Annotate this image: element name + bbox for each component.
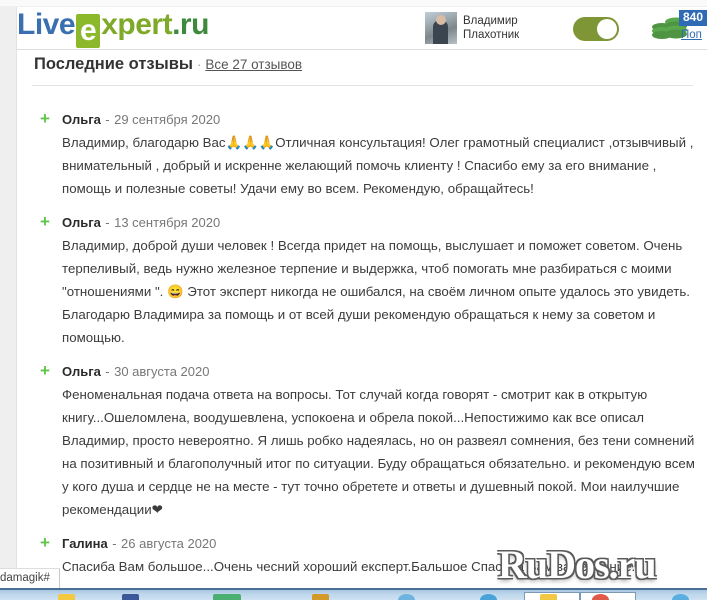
review-text: Владимир, благодарю Вас🙏🙏🙏Отличная консу… — [62, 135, 694, 196]
os-taskbar[interactable] — [0, 588, 707, 600]
list-item: + Ольга - 29 сентября 2020 Владимир, бла… — [32, 109, 704, 200]
user-account[interactable]: Владимир Плахотник — [425, 12, 519, 44]
review-text: Спасиба Вам большое...Очень чесний хорош… — [62, 559, 643, 574]
title-divider — [32, 85, 693, 86]
online-status-toggle[interactable] — [573, 17, 619, 41]
plus-icon: + — [40, 212, 50, 231]
review-text: Владимир, доброй души человек ! Всегда п… — [62, 238, 690, 345]
toggle-knob — [597, 19, 617, 39]
bottom-fragment-label: damagik# — [0, 568, 60, 588]
review-date: 30 августа 2020 — [114, 364, 210, 379]
logo-xpert: xpert — [101, 8, 173, 41]
review-date: 26 августа 2020 — [121, 536, 217, 551]
list-item: + Ольга - 30 августа 2020 Феноменальная … — [32, 361, 704, 521]
section-heading: Последние отзывы — [34, 55, 193, 73]
review-author: Ольга — [62, 215, 101, 230]
list-item: + Ольга - 13 сентября 2020 Владимир, доб… — [32, 212, 704, 349]
review-author: Галина — [62, 536, 108, 551]
logo-e-badge: e — [76, 14, 101, 48]
taskbar-icon-4[interactable] — [312, 594, 329, 600]
taskbar-icon-9[interactable] — [672, 594, 689, 600]
taskbar-icon-3[interactable] — [213, 594, 241, 600]
review-date: 13 сентября 2020 — [114, 215, 221, 230]
plus-icon: + — [40, 109, 50, 128]
review-date: 29 сентября 2020 — [114, 112, 221, 127]
review-author: Ольга — [62, 364, 101, 379]
taskbar-icon-8[interactable] — [592, 594, 609, 600]
review-dash: - — [112, 536, 117, 551]
review-header: + Ольга - 29 сентября 2020 — [32, 109, 704, 129]
top-strip — [0, 0, 707, 7]
review-dash: - — [105, 364, 110, 379]
taskbar-icon-1[interactable] — [58, 594, 75, 600]
left-gutter — [0, 7, 17, 577]
all-reviews-link[interactable]: Все 27 отзывов — [205, 57, 302, 72]
taskbar-icon-6[interactable] — [480, 594, 497, 600]
review-header: + Галина - 26 августа 2020 — [32, 533, 704, 553]
logo-live: Live — [17, 8, 76, 41]
page-title: Последние отзывы · Все 27 отзывов — [34, 55, 302, 74]
topup-link[interactable]: Поп — [681, 29, 702, 41]
review-text: Феноменальная подача ответа на вопросы. … — [62, 387, 695, 517]
site-header: Live e xpert.ru Владимир Плахотник 840 П… — [17, 7, 707, 50]
user-first-name: Владимир — [463, 15, 518, 27]
taskbar-icon-2[interactable] — [122, 594, 139, 600]
user-name: Владимир Плахотник — [463, 14, 519, 42]
site-logo[interactable]: Live e xpert.ru — [17, 8, 209, 48]
title-separator: · — [196, 57, 202, 72]
plus-icon: + — [40, 361, 50, 380]
list-item: + Галина - 26 августа 2020 Спасиба Вам б… — [32, 533, 704, 578]
taskbar-icon-7[interactable] — [540, 594, 557, 600]
review-author: Ольга — [62, 112, 101, 127]
review-dash: - — [105, 215, 110, 230]
plus-icon: + — [40, 533, 50, 552]
taskbar-icon-5[interactable] — [398, 594, 415, 600]
avatar[interactable] — [425, 12, 457, 44]
user-last-name: Плахотник — [463, 29, 520, 41]
review-header: + Ольга - 30 августа 2020 — [32, 361, 704, 381]
review-header: + Ольга - 13 сентября 2020 — [32, 212, 704, 232]
page-content: Последние отзывы · Все 27 отзывов + Ольга … — [18, 51, 707, 577]
logo-ru: .ru — [172, 8, 209, 41]
browser-screen: Live e xpert.ru Владимир Плахотник 840 П… — [0, 0, 707, 600]
reviews-list: + Ольга - 29 сентября 2020 Владимир, бла… — [32, 109, 704, 592]
review-dash: - — [105, 112, 110, 127]
balance-badge: 840 — [679, 10, 707, 26]
